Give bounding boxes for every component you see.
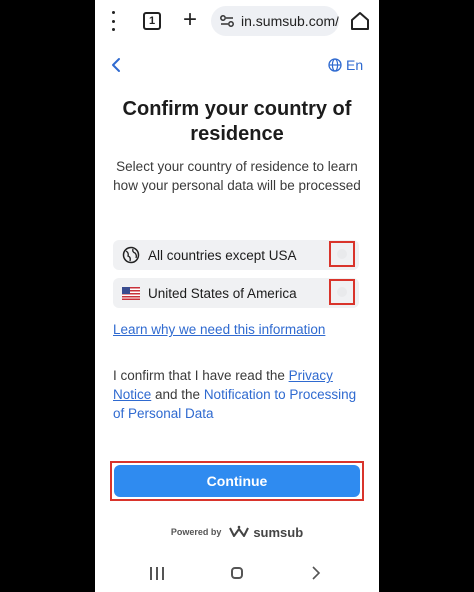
recent-apps-icon[interactable]: [150, 567, 164, 580]
tabs-count: 1: [148, 15, 156, 27]
back-chevron-icon[interactable]: [109, 56, 123, 74]
sumsub-logo-icon: [229, 525, 250, 537]
phone-screen: 1 + in.sumsub.com/w En Confirm your coun…: [95, 0, 379, 592]
option-label: United States of America: [148, 285, 297, 301]
us-flag-icon: [122, 286, 140, 300]
page-subtitle: Select your country of residence to lear…: [113, 159, 361, 193]
system-nav-bar: [95, 560, 379, 588]
confirm-middle: and the: [151, 387, 204, 402]
home-icon[interactable]: [349, 10, 371, 32]
confirm-prefix: I confirm that I have read the: [113, 368, 289, 383]
continue-highlight: Continue: [110, 461, 364, 501]
browser-toolbar: 1 + in.sumsub.com/w: [95, 0, 379, 42]
option-radio[interactable]: [329, 279, 355, 305]
address-bar[interactable]: in.sumsub.com/w: [211, 6, 339, 36]
option-united-states[interactable]: United States of America: [113, 278, 359, 308]
plus-icon[interactable]: +: [179, 6, 201, 34]
powered-by-label: Powered by: [170, 527, 222, 537]
language-selector[interactable]: En: [328, 56, 363, 74]
site-settings-icon[interactable]: [219, 13, 235, 29]
brand-name: sumsub: [253, 524, 304, 540]
tabs-button[interactable]: 1: [143, 12, 161, 30]
nav-back-icon[interactable]: [311, 566, 321, 580]
page-title: Confirm your country of residence: [122, 98, 352, 145]
more-vert-icon[interactable]: [105, 11, 121, 31]
url-text: in.sumsub.com/w: [241, 13, 339, 29]
option-radio[interactable]: [329, 241, 355, 267]
confirm-text: I confirm that I have read the Privacy N…: [113, 366, 365, 423]
globe-icon: [122, 246, 140, 264]
globe-language-icon: [328, 58, 342, 72]
learn-why-link[interactable]: Learn why we need this information: [113, 322, 325, 337]
powered-by: Powered by sumsub: [95, 522, 379, 542]
language-label: En: [346, 57, 364, 73]
nav-home-icon[interactable]: [231, 567, 243, 579]
option-all-countries-except-usa[interactable]: All countries except USA: [113, 240, 359, 270]
continue-button[interactable]: Continue: [114, 465, 360, 497]
option-label: All countries except USA: [148, 247, 297, 263]
